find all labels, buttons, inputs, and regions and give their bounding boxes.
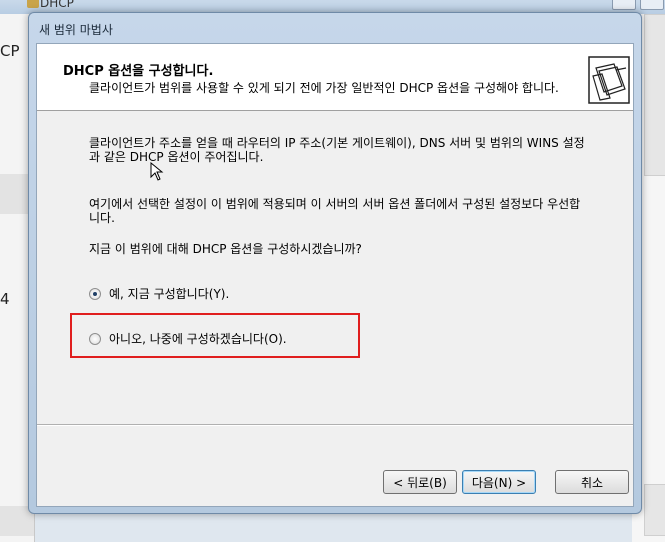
wizard-header: DHCP 옵션을 구성합니다. 클라이언트가 범위를 사용할 수 있게 되기 전… (37, 44, 633, 111)
next-button[interactable]: 다음(N) > (462, 470, 536, 494)
page-subtitle: 클라이언트가 범위를 사용할 수 있게 되기 전에 가장 일반적인 DHCP 옵… (89, 81, 559, 95)
radio-configure-now[interactable] (89, 287, 101, 300)
dialog-client-area: DHCP 옵션을 구성합니다. 클라이언트가 범위를 사용할 수 있게 되기 전… (36, 43, 634, 507)
page-title: DHCP 옵션을 구성합니다. (63, 64, 214, 79)
background-left-text: 4 (0, 290, 10, 308)
option-configure-now-label: 예, 지금 구성합니다(Y). (109, 287, 230, 301)
cancel-button[interactable]: 취소 (555, 470, 629, 494)
button-divider (37, 424, 633, 426)
back-button[interactable]: < 뒤로(B) (383, 470, 457, 494)
maximize-button[interactable] (640, 0, 664, 10)
options-description: 클라이언트가 주소를 얻을 때 라우터의 IP 주소(기본 게이트웨이), DN… (89, 136, 585, 164)
override-note: 여기에서 선택한 설정이 이 범위에 적용되며 이 서버의 서버 옵션 폴더에서… (89, 197, 581, 225)
option-configure-now[interactable]: 예, 지금 구성합니다(Y). (89, 285, 229, 302)
background-window-title: DHCP (40, 0, 74, 10)
new-scope-wizard-dialog: 새 범위 마법사 DHCP 옵션을 구성합니다. 클라이언트가 범위를 사용할 … (28, 12, 642, 514)
mouse-cursor-icon (150, 162, 164, 181)
background-left-text: CP (0, 42, 20, 60)
annotation-highlight-box (70, 313, 360, 358)
dhcp-app-icon (27, 0, 39, 8)
background-scroll-area (644, 484, 665, 536)
minimize-button[interactable] (612, 0, 636, 10)
folder-options-icon (588, 56, 630, 104)
dialog-title: 새 범위 마법사 (39, 23, 113, 37)
configure-question: 지금 이 범위에 대해 DHCP 옵션을 구성하시겠습니까? (89, 242, 362, 256)
background-scroll-area (644, 14, 665, 176)
